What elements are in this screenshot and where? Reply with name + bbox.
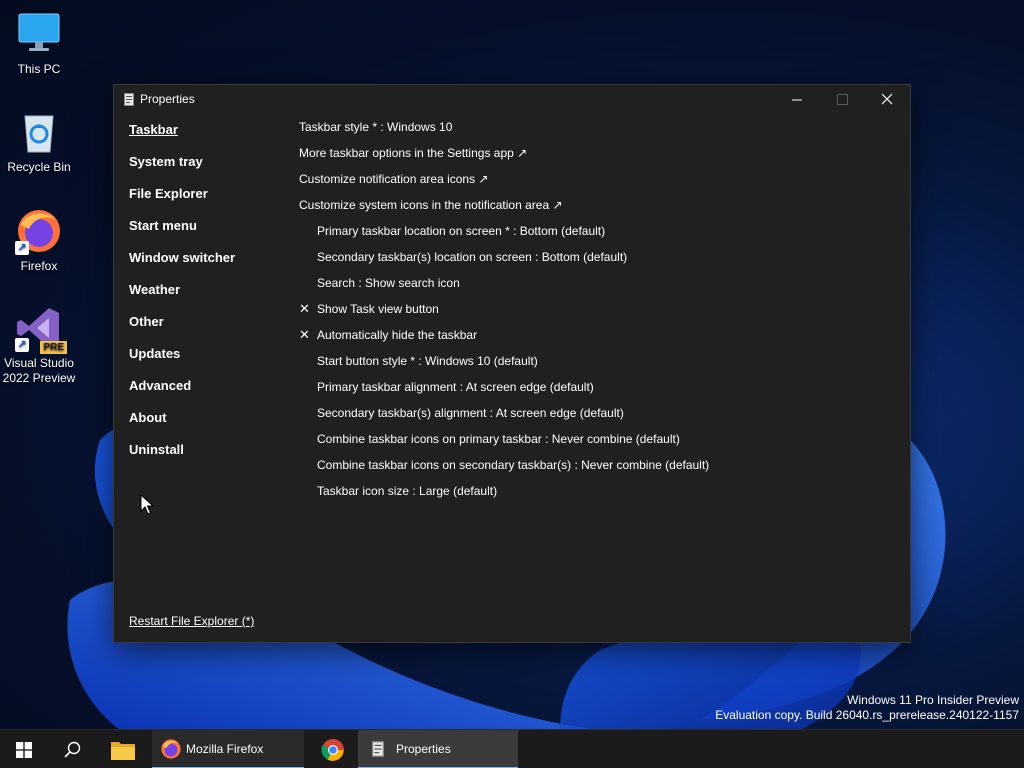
shortcut-arrow-icon: ↗ bbox=[15, 241, 29, 255]
document-icon bbox=[372, 741, 384, 757]
desktop-icon-firefox[interactable]: ↗ Firefox bbox=[0, 207, 78, 274]
search-icon bbox=[64, 741, 81, 758]
setting-more-taskbar-options-link[interactable]: More taskbar options in the Settings app… bbox=[299, 145, 709, 171]
setting-label: Search : Show search icon bbox=[317, 276, 460, 290]
watermark-build: Evaluation copy. Build 26040.rs_prerelea… bbox=[715, 708, 1019, 722]
desktop-icon-visual-studio[interactable]: ↗ PRE Visual Studio 2022 Preview bbox=[0, 304, 78, 386]
setting-label: Combine taskbar icons on primary taskbar… bbox=[317, 432, 680, 446]
monitor-icon bbox=[15, 10, 63, 58]
taskbar-firefox-label: Mozilla Firefox bbox=[186, 742, 264, 756]
taskbar-properties-label: Properties bbox=[396, 742, 451, 756]
setting-label: Taskbar style * : Windows 10 bbox=[299, 120, 453, 134]
setting-label: Customize system icons in the notificati… bbox=[299, 198, 563, 212]
mouse-cursor-icon bbox=[140, 494, 154, 515]
firefox-icon: ↗ bbox=[15, 207, 63, 255]
desktop-icon-label: Visual Studio 2022 Preview bbox=[2, 356, 76, 385]
setting-label: Combine taskbar icons on secondary taskb… bbox=[317, 458, 710, 472]
search-button[interactable] bbox=[48, 730, 96, 768]
setting-secondary-taskbar-alignment[interactable]: Secondary taskbar(s) alignment : At scre… bbox=[299, 405, 709, 431]
evaluation-watermark: Windows 11 Pro Insider Preview Evaluatio… bbox=[715, 693, 1019, 723]
desktop-icon-label: Recycle Bin bbox=[7, 160, 71, 174]
desktop-icon-recycle-bin[interactable]: Recycle Bin bbox=[0, 108, 78, 175]
setting-primary-taskbar-alignment[interactable]: Primary taskbar alignment : At screen ed… bbox=[299, 379, 709, 405]
setting-label: Secondary taskbar(s) alignment : At scre… bbox=[317, 406, 624, 420]
setting-label: Taskbar icon size : Large (default) bbox=[317, 484, 498, 498]
sidebar-item-weather[interactable]: Weather bbox=[129, 282, 235, 314]
desktop-icon-label: This PC bbox=[17, 62, 61, 76]
close-button[interactable] bbox=[864, 85, 910, 115]
sidebar-item-window-switcher[interactable]: Window switcher bbox=[129, 250, 235, 282]
sidebar-nav: Taskbar System tray File Explorer Start … bbox=[129, 122, 235, 474]
setting-secondary-taskbar-location[interactable]: Secondary taskbar(s) location on screen … bbox=[299, 249, 709, 275]
setting-start-button-style[interactable]: Start button style * : Windows 10 (defau… bbox=[299, 353, 709, 379]
sidebar-item-uninstall[interactable]: Uninstall bbox=[129, 442, 235, 474]
setting-label: Show Task view button bbox=[317, 302, 439, 316]
settings-list: Taskbar style * : Windows 10 More taskba… bbox=[299, 119, 709, 509]
taskbar-properties[interactable]: Properties bbox=[358, 730, 518, 768]
shortcut-arrow-icon: ↗ bbox=[15, 338, 29, 352]
chrome-icon bbox=[321, 739, 344, 761]
document-icon bbox=[124, 93, 134, 106]
taskbar: Mozilla Firefox Properties bbox=[0, 729, 1024, 768]
setting-label: Automatically hide the taskbar bbox=[317, 328, 478, 342]
restart-file-explorer-link[interactable]: Restart File Explorer (*) bbox=[129, 614, 254, 628]
properties-window[interactable]: Properties Taskbar System tray File Expl… bbox=[113, 84, 911, 643]
setting-label: Start button style * : Windows 10 (defau… bbox=[317, 354, 538, 368]
sidebar-item-about[interactable]: About bbox=[129, 410, 235, 442]
taskbar-chrome[interactable] bbox=[310, 730, 356, 768]
setting-label: More taskbar options in the Settings app… bbox=[299, 146, 528, 160]
maximize-button[interactable] bbox=[819, 85, 865, 115]
recycle-bin-icon bbox=[15, 108, 63, 156]
minimize-button[interactable] bbox=[774, 85, 820, 115]
setting-auto-hide-taskbar-checkbox[interactable]: ✕ Automatically hide the taskbar bbox=[299, 327, 709, 353]
setting-label: Secondary taskbar(s) location on screen … bbox=[317, 250, 628, 264]
setting-taskbar-icon-size[interactable]: Taskbar icon size : Large (default) bbox=[299, 483, 709, 509]
setting-search[interactable]: Search : Show search icon bbox=[299, 275, 709, 301]
maximize-icon bbox=[837, 94, 848, 105]
setting-show-task-view-checkbox[interactable]: ✕ Show Task view button bbox=[299, 301, 709, 327]
watermark-edition: Windows 11 Pro Insider Preview bbox=[847, 693, 1019, 707]
sidebar-item-taskbar[interactable]: Taskbar bbox=[129, 122, 235, 154]
setting-label: Primary taskbar alignment : At screen ed… bbox=[317, 380, 594, 394]
folder-icon bbox=[111, 742, 135, 760]
minimize-icon bbox=[792, 99, 802, 101]
start-button[interactable] bbox=[0, 730, 48, 768]
visual-studio-icon: ↗ PRE bbox=[15, 304, 67, 354]
windows-logo-icon bbox=[16, 742, 32, 758]
checkmark-icon: ✕ bbox=[299, 301, 310, 316]
title-bar[interactable]: Properties bbox=[114, 85, 910, 115]
taskbar-file-explorer[interactable] bbox=[100, 730, 146, 768]
desktop-icon-label: Firefox bbox=[20, 259, 58, 273]
taskbar-firefox[interactable]: Mozilla Firefox bbox=[152, 730, 304, 768]
sidebar-item-system-tray[interactable]: System tray bbox=[129, 154, 235, 186]
window-title: Properties bbox=[140, 92, 195, 106]
preview-badge: PRE bbox=[40, 341, 67, 354]
sidebar-item-advanced[interactable]: Advanced bbox=[129, 378, 235, 410]
setting-label: Primary taskbar location on screen * : B… bbox=[317, 224, 606, 238]
checkmark-icon: ✕ bbox=[299, 327, 310, 342]
firefox-icon bbox=[161, 739, 181, 759]
setting-primary-taskbar-location[interactable]: Primary taskbar location on screen * : B… bbox=[299, 223, 709, 249]
setting-notification-area-icons-link[interactable]: Customize notification area icons ↗ bbox=[299, 171, 709, 197]
close-icon bbox=[881, 93, 893, 105]
setting-label: Customize notification area icons ↗ bbox=[299, 172, 489, 186]
sidebar-item-start-menu[interactable]: Start menu bbox=[129, 218, 235, 250]
setting-combine-primary-icons[interactable]: Combine taskbar icons on primary taskbar… bbox=[299, 431, 709, 457]
setting-combine-secondary-icons[interactable]: Combine taskbar icons on secondary taskb… bbox=[299, 457, 709, 483]
sidebar-item-updates[interactable]: Updates bbox=[129, 346, 235, 378]
setting-taskbar-style[interactable]: Taskbar style * : Windows 10 bbox=[299, 119, 709, 145]
desktop-icon-this-pc[interactable]: This PC bbox=[0, 10, 78, 77]
setting-system-icons-link[interactable]: Customize system icons in the notificati… bbox=[299, 197, 709, 223]
sidebar-item-file-explorer[interactable]: File Explorer bbox=[129, 186, 235, 218]
sidebar-item-other[interactable]: Other bbox=[129, 314, 235, 346]
